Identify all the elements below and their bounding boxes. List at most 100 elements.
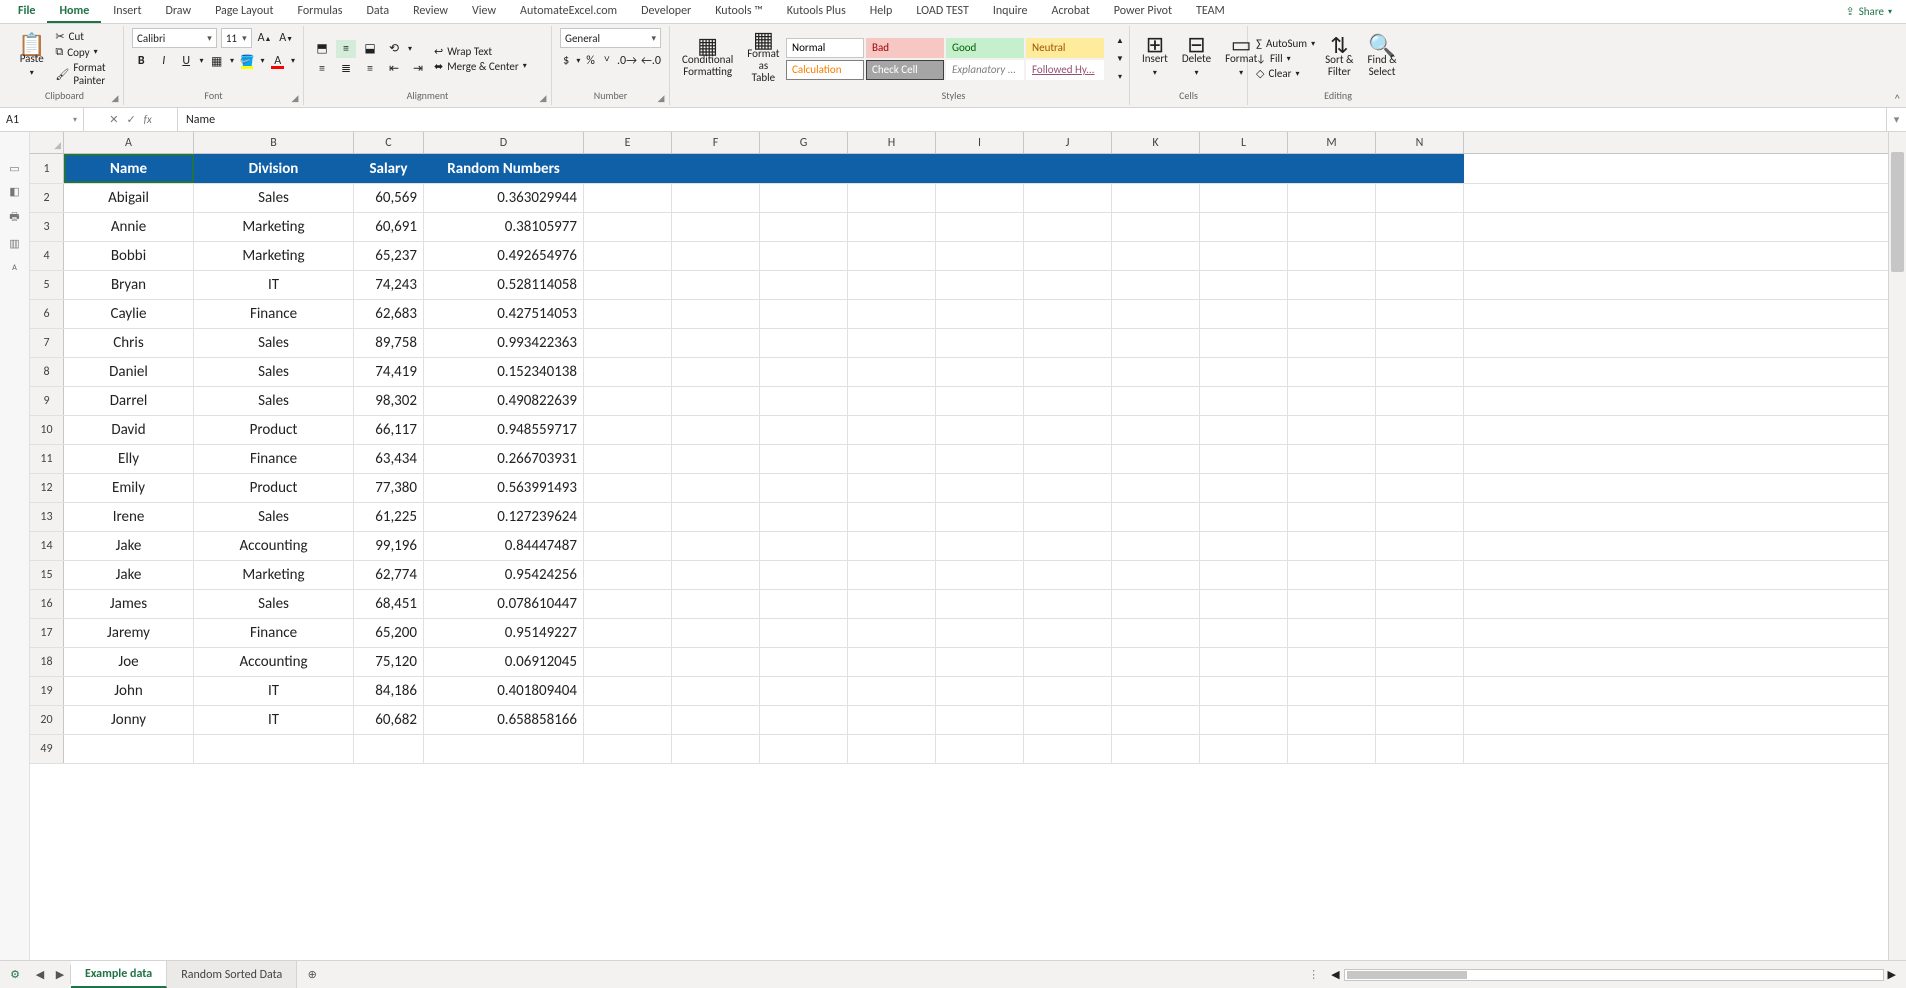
gutter-icon[interactable]: ▥ (9, 237, 19, 250)
cell[interactable] (1024, 300, 1112, 328)
cell-style-good[interactable]: Good (946, 38, 1024, 58)
cell[interactable] (1200, 590, 1288, 618)
cell[interactable] (1288, 590, 1376, 618)
cell[interactable] (936, 619, 1024, 647)
collapse-ribbon-icon[interactable]: ^ (1895, 92, 1900, 105)
cell[interactable] (848, 242, 936, 270)
scrollbar-thumb[interactable] (1891, 152, 1904, 272)
sheet-nav-prev-icon[interactable]: ◀ (30, 961, 50, 988)
cell[interactable] (672, 619, 760, 647)
cell[interactable] (1376, 706, 1464, 734)
cell[interactable] (1200, 242, 1288, 270)
cell[interactable] (584, 677, 672, 705)
cell[interactable]: Marketing (194, 242, 354, 270)
cell[interactable]: Division (194, 154, 354, 183)
tab-insert[interactable]: Insert (101, 0, 153, 23)
cell[interactable] (1024, 619, 1112, 647)
cell[interactable] (1376, 561, 1464, 589)
copy-button[interactable]: ⧉ Copy ▾ (55, 45, 115, 59)
cell[interactable] (936, 154, 1024, 183)
cell[interactable] (848, 590, 936, 618)
cell[interactable] (936, 590, 1024, 618)
cell[interactable]: 62,774 (354, 561, 424, 589)
cell[interactable]: Accounting (194, 532, 354, 560)
add-sheet-button[interactable]: ⊕ (297, 961, 327, 988)
cell[interactable] (1376, 242, 1464, 270)
cell[interactable] (1200, 387, 1288, 415)
cell-style-check-cell[interactable]: Check Cell (866, 60, 944, 80)
cell[interactable] (760, 735, 848, 763)
cell[interactable] (936, 648, 1024, 676)
cell[interactable] (848, 329, 936, 357)
row-header[interactable]: 3 (30, 213, 64, 241)
cell[interactable] (1112, 271, 1200, 299)
cell[interactable]: Chris (64, 329, 194, 357)
decrease-decimal-icon[interactable]: ←.0 (641, 52, 661, 70)
row-header[interactable]: 7 (30, 329, 64, 357)
cell-style-neutral[interactable]: Neutral (1026, 38, 1104, 58)
cell[interactable] (1288, 213, 1376, 241)
align-top-icon[interactable]: ⬒ (312, 40, 332, 58)
tab-view[interactable]: View (460, 0, 508, 23)
cell[interactable] (584, 474, 672, 502)
comma-format-icon[interactable]: ⱽ (601, 52, 613, 70)
cell[interactable]: Bobbi (64, 242, 194, 270)
scrollbar-track[interactable] (1344, 969, 1884, 981)
row-header[interactable]: 19 (30, 677, 64, 705)
cell[interactable]: 84,186 (354, 677, 424, 705)
tab-data[interactable]: Data (354, 0, 401, 23)
row-header[interactable]: 12 (30, 474, 64, 502)
border-button[interactable]: ▦ (207, 52, 225, 70)
cell[interactable] (64, 735, 194, 763)
cell[interactable] (672, 706, 760, 734)
cell[interactable] (936, 300, 1024, 328)
delete-cells-button[interactable]: ⊟Delete▾ (1178, 37, 1215, 81)
cell[interactable] (1024, 154, 1112, 183)
row-header[interactable]: 11 (30, 445, 64, 473)
cell-style-normal[interactable]: Normal (786, 38, 864, 58)
tab-help[interactable]: Help (858, 0, 905, 23)
cell[interactable] (1376, 532, 1464, 560)
fx-icon[interactable]: fx (144, 113, 152, 126)
cell[interactable] (1376, 154, 1464, 183)
cell[interactable] (1288, 532, 1376, 560)
horizontal-scrollbar[interactable]: ⋮ ◀ ▶ (327, 961, 1906, 988)
cell[interactable] (672, 184, 760, 212)
cell[interactable] (1024, 503, 1112, 531)
cell[interactable] (848, 387, 936, 415)
worksheet-grid[interactable]: ◢ABCDEFGHIJKLMN 1NameDivisionSalaryRando… (30, 132, 1888, 960)
cell[interactable]: Darrel (64, 387, 194, 415)
cell[interactable] (936, 271, 1024, 299)
cell[interactable]: Caylie (64, 300, 194, 328)
cell[interactable] (672, 503, 760, 531)
cell[interactable] (936, 242, 1024, 270)
cell[interactable] (1376, 503, 1464, 531)
cell[interactable] (848, 445, 936, 473)
cell[interactable] (1376, 184, 1464, 212)
row-header[interactable]: 4 (30, 242, 64, 270)
cell[interactable] (672, 445, 760, 473)
cell[interactable]: Daniel (64, 358, 194, 386)
tab-developer[interactable]: Developer (629, 0, 703, 23)
cell[interactable] (1112, 474, 1200, 502)
cell[interactable] (848, 706, 936, 734)
column-header-A[interactable]: A (64, 132, 194, 153)
cell[interactable] (1200, 619, 1288, 647)
cell[interactable] (1376, 648, 1464, 676)
enter-icon[interactable]: ✓ (126, 113, 135, 126)
cell[interactable] (1376, 416, 1464, 444)
column-header-D[interactable]: D (424, 132, 584, 153)
cell[interactable] (848, 300, 936, 328)
cell[interactable] (760, 474, 848, 502)
cell[interactable] (1376, 677, 1464, 705)
cell[interactable] (1024, 329, 1112, 357)
font-color-button[interactable]: A (268, 52, 286, 70)
cell[interactable] (1200, 271, 1288, 299)
cell[interactable]: 98,302 (354, 387, 424, 415)
cell[interactable] (1112, 242, 1200, 270)
percent-format-icon[interactable]: % (584, 52, 596, 70)
increase-decimal-icon[interactable]: .0→ (617, 52, 637, 70)
cell[interactable] (760, 445, 848, 473)
cell[interactable] (936, 706, 1024, 734)
row-header[interactable]: 14 (30, 532, 64, 560)
